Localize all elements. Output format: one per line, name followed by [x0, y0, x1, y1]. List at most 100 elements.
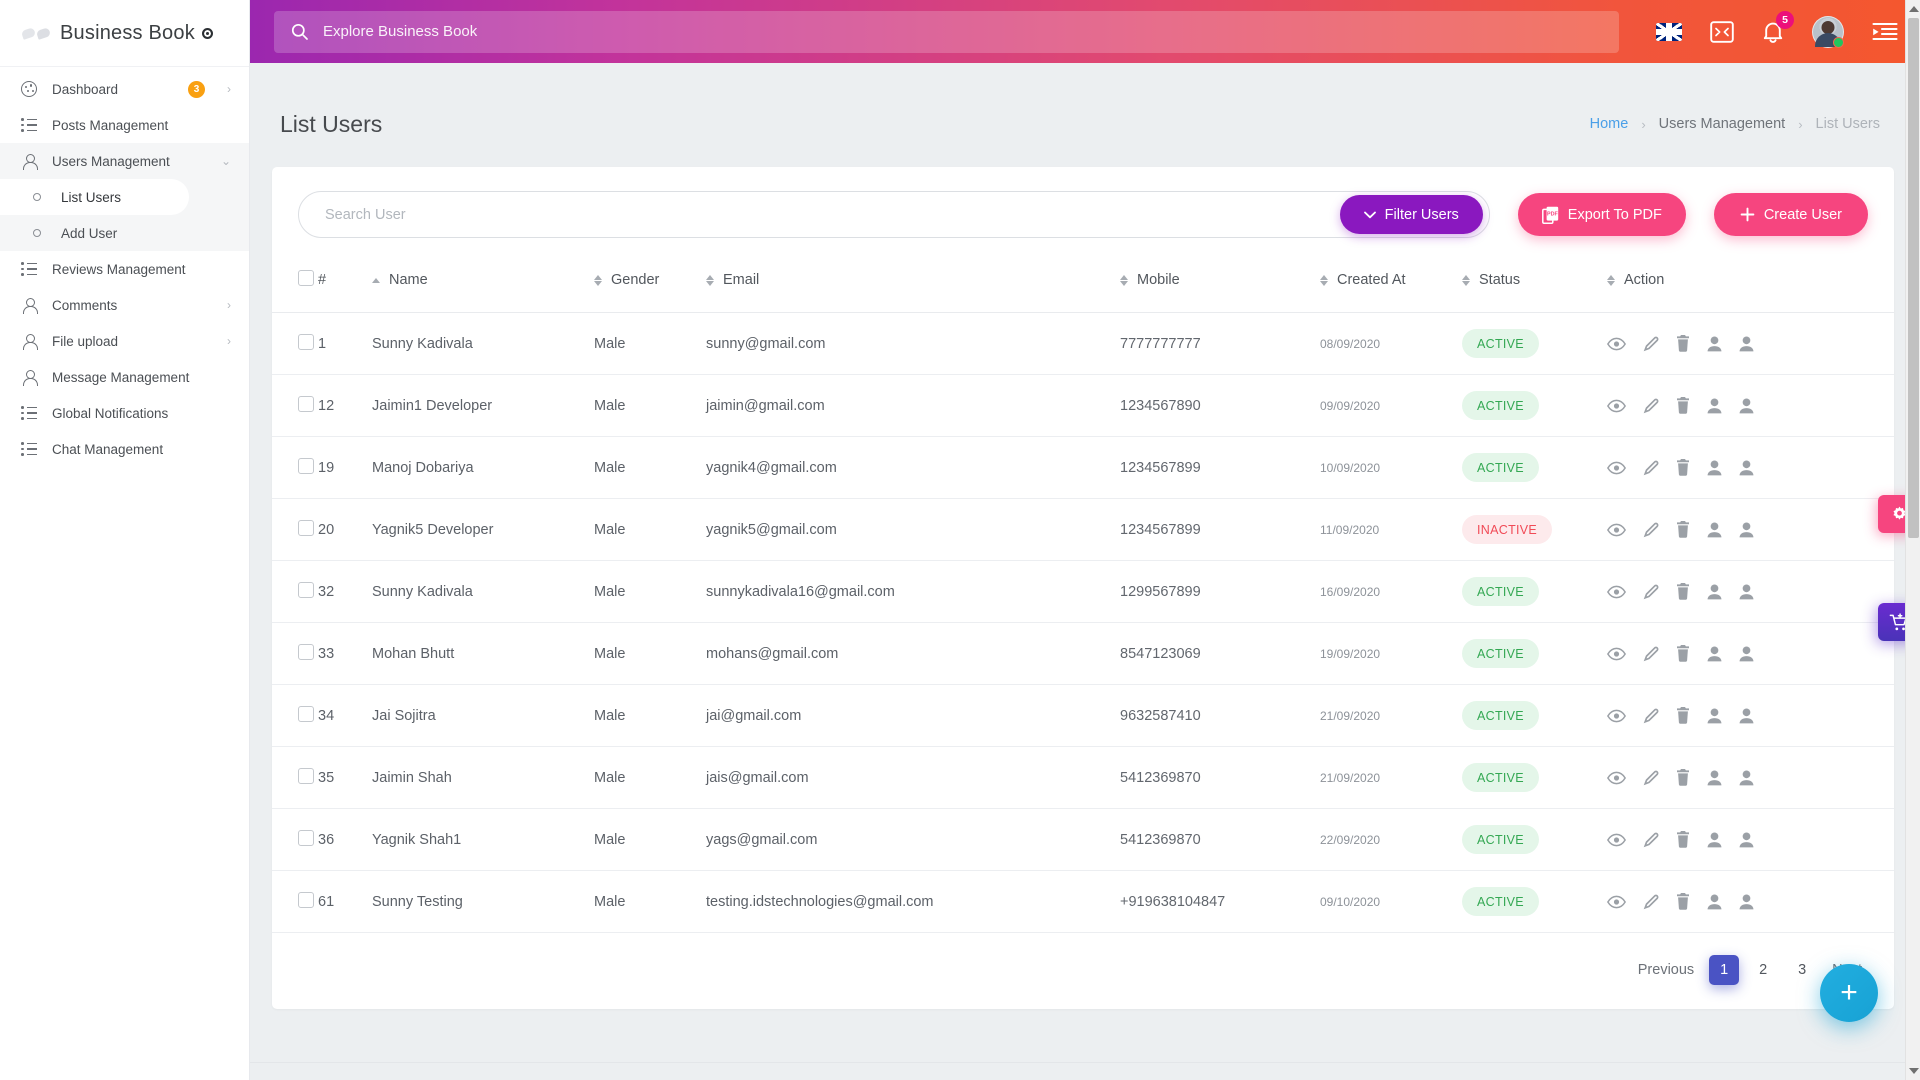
person-icon[interactable] — [1739, 832, 1754, 848]
search-user-box[interactable]: Filter Users — [298, 191, 1490, 238]
th-mobile[interactable]: Mobile — [1120, 260, 1320, 313]
row-checkbox[interactable] — [298, 519, 314, 536]
sort-icon[interactable] — [1607, 274, 1615, 286]
trash-icon[interactable] — [1676, 707, 1690, 724]
pagination-page-3[interactable]: 3 — [1787, 955, 1817, 985]
sidebar-item-dashboard[interactable]: Dashboard 3 › — [0, 71, 249, 107]
trash-icon[interactable] — [1676, 397, 1690, 414]
sidebar-item-global-notifications[interactable]: Global Notifications — [0, 395, 249, 431]
person-icon[interactable] — [1739, 708, 1754, 724]
pagination-page-2[interactable]: 2 — [1748, 955, 1778, 985]
sidebar-item-list-users[interactable]: List Users — [0, 179, 189, 215]
person-icon[interactable] — [1739, 894, 1754, 910]
sort-icon[interactable] — [1462, 274, 1470, 286]
pencil-icon[interactable] — [1643, 894, 1659, 910]
breadcrumb-users-management[interactable]: Users Management — [1659, 116, 1786, 132]
person-add-icon[interactable] — [1707, 460, 1722, 476]
sidebar-item-posts-management[interactable]: Posts Management — [0, 107, 249, 143]
trash-icon[interactable] — [1676, 831, 1690, 848]
row-checkbox[interactable] — [298, 333, 314, 350]
th-email[interactable]: Email — [706, 260, 1120, 313]
eye-icon[interactable] — [1607, 895, 1626, 909]
pencil-icon[interactable] — [1643, 584, 1659, 600]
sort-icon[interactable] — [594, 274, 602, 286]
person-add-icon[interactable] — [1707, 584, 1722, 600]
eye-icon[interactable] — [1607, 523, 1626, 537]
scroll-up-icon[interactable] — [1909, 6, 1919, 12]
brand-logo[interactable]: Business Book — [0, 0, 249, 67]
trash-icon[interactable] — [1676, 335, 1690, 352]
eye-icon[interactable] — [1607, 585, 1626, 599]
filter-users-button[interactable]: Filter Users — [1339, 195, 1483, 234]
eye-icon[interactable] — [1607, 647, 1626, 661]
eye-icon[interactable] — [1607, 337, 1626, 351]
sidebar-item-users-management[interactable]: Users Management ⌄ — [0, 143, 249, 179]
eye-icon[interactable] — [1607, 461, 1626, 475]
toggle-right-panel-button[interactable] — [1872, 21, 1898, 43]
row-checkbox[interactable] — [298, 643, 314, 660]
eye-icon[interactable] — [1607, 399, 1626, 413]
pencil-icon[interactable] — [1643, 646, 1659, 662]
sidebar-item-message-management[interactable]: Message Management — [0, 359, 249, 395]
pencil-icon[interactable] — [1643, 708, 1659, 724]
sidebar-item-add-user[interactable]: Add User — [0, 215, 249, 251]
person-add-icon[interactable] — [1707, 894, 1722, 910]
export-to-pdf-button[interactable]: PDF Export To PDF — [1517, 193, 1686, 236]
sidebar-item-comments[interactable]: Comments › — [0, 287, 249, 323]
person-icon[interactable] — [1739, 398, 1754, 414]
row-checkbox[interactable] — [298, 457, 314, 474]
person-icon[interactable] — [1739, 522, 1754, 538]
th-name[interactable]: Name — [372, 260, 594, 313]
person-icon[interactable] — [1739, 336, 1754, 352]
pencil-icon[interactable] — [1643, 336, 1659, 352]
scroll-down-icon[interactable] — [1909, 1068, 1919, 1074]
pencil-icon[interactable] — [1643, 460, 1659, 476]
th-created-at[interactable]: Created At — [1320, 260, 1462, 313]
eye-icon[interactable] — [1607, 709, 1626, 723]
sidebar-item-chat-management[interactable]: Chat Management — [0, 431, 249, 467]
sidebar-item-reviews-management[interactable]: Reviews Management — [0, 251, 249, 287]
th-status[interactable]: Status — [1462, 260, 1607, 313]
sort-icon[interactable] — [1320, 274, 1328, 286]
th-action[interactable]: Action — [1607, 260, 1894, 313]
row-checkbox[interactable] — [298, 767, 314, 784]
add-floating-button[interactable]: + — [1820, 964, 1878, 1022]
fullscreen-button[interactable] — [1710, 20, 1734, 43]
page-scrollbar[interactable] — [1905, 0, 1920, 1080]
pagination-page-1[interactable]: 1 — [1709, 955, 1740, 985]
pencil-icon[interactable] — [1643, 770, 1659, 786]
trash-icon[interactable] — [1676, 645, 1690, 662]
trash-icon[interactable] — [1676, 893, 1690, 910]
create-user-button[interactable]: Create User — [1713, 193, 1868, 236]
person-add-icon[interactable] — [1707, 708, 1722, 724]
breadcrumb-home[interactable]: Home — [1590, 116, 1629, 132]
th-id[interactable]: # — [318, 260, 372, 313]
global-search-input[interactable] — [323, 23, 1603, 40]
row-checkbox[interactable] — [298, 581, 314, 598]
eye-icon[interactable] — [1607, 771, 1626, 785]
pagination-previous[interactable]: Previous — [1632, 962, 1700, 978]
person-add-icon[interactable] — [1707, 646, 1722, 662]
person-icon[interactable] — [1739, 770, 1754, 786]
pencil-icon[interactable] — [1643, 398, 1659, 414]
person-icon[interactable] — [1739, 460, 1754, 476]
th-gender[interactable]: Gender — [594, 260, 706, 313]
person-add-icon[interactable] — [1707, 398, 1722, 414]
trash-icon[interactable] — [1676, 521, 1690, 538]
profile-button[interactable] — [1812, 15, 1844, 48]
person-add-icon[interactable] — [1707, 522, 1722, 538]
row-checkbox[interactable] — [298, 891, 314, 908]
trash-icon[interactable] — [1676, 769, 1690, 786]
person-icon[interactable] — [1739, 584, 1754, 600]
person-add-icon[interactable] — [1707, 770, 1722, 786]
person-add-icon[interactable] — [1707, 336, 1722, 352]
row-checkbox[interactable] — [298, 829, 314, 846]
row-checkbox[interactable] — [298, 395, 314, 412]
pencil-icon[interactable] — [1643, 522, 1659, 538]
trash-icon[interactable] — [1676, 583, 1690, 600]
search-input[interactable] — [325, 206, 1340, 223]
scrollbar-thumb[interactable] — [1908, 18, 1919, 538]
trash-icon[interactable] — [1676, 459, 1690, 476]
sort-icon[interactable] — [1120, 274, 1128, 286]
global-search[interactable] — [274, 10, 1619, 53]
